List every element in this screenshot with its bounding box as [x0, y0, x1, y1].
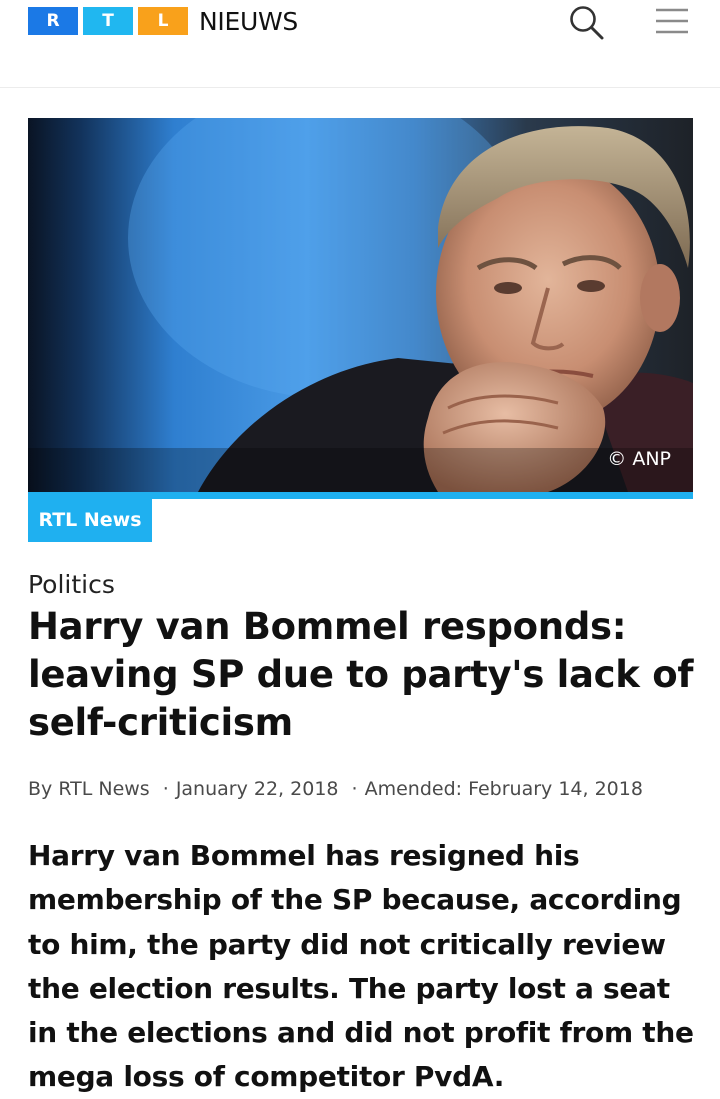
rtl-nieuws-logo[interactable]: R T L NIEUWS	[28, 6, 298, 36]
logo-word: NIEUWS	[199, 6, 298, 36]
amended-date: Amended: February 14, 2018	[364, 778, 643, 800]
source-label[interactable]: RTL News	[28, 497, 152, 542]
meta-separator: ·	[162, 778, 169, 800]
meta-separator: ·	[351, 778, 358, 800]
article-meta: By RTL News · January 22, 2018 · Amended: …	[28, 778, 643, 800]
logo-letter-l: L	[138, 7, 188, 35]
logo-letter-r: R	[28, 7, 78, 35]
hero-image[interactable]: © ANP	[28, 118, 693, 492]
article-headline: Harry van Bommel responds: leaving SP du…	[28, 605, 694, 744]
search-button[interactable]	[566, 2, 608, 42]
photo-credit: © ANP	[607, 448, 671, 470]
site-header: R T L NIEUWS	[0, 0, 720, 88]
hamburger-menu-icon	[656, 8, 688, 34]
byline: By RTL News	[28, 778, 150, 800]
article-lead: Harry van Bommel has resigned his member…	[28, 839, 694, 1094]
logo-letter-t: T	[83, 7, 133, 35]
portrait-photo	[28, 118, 693, 492]
article-category[interactable]: Politics	[28, 570, 115, 599]
publish-date: January 22, 2018	[175, 778, 339, 800]
menu-button[interactable]	[650, 4, 694, 40]
search-icon	[570, 6, 604, 40]
